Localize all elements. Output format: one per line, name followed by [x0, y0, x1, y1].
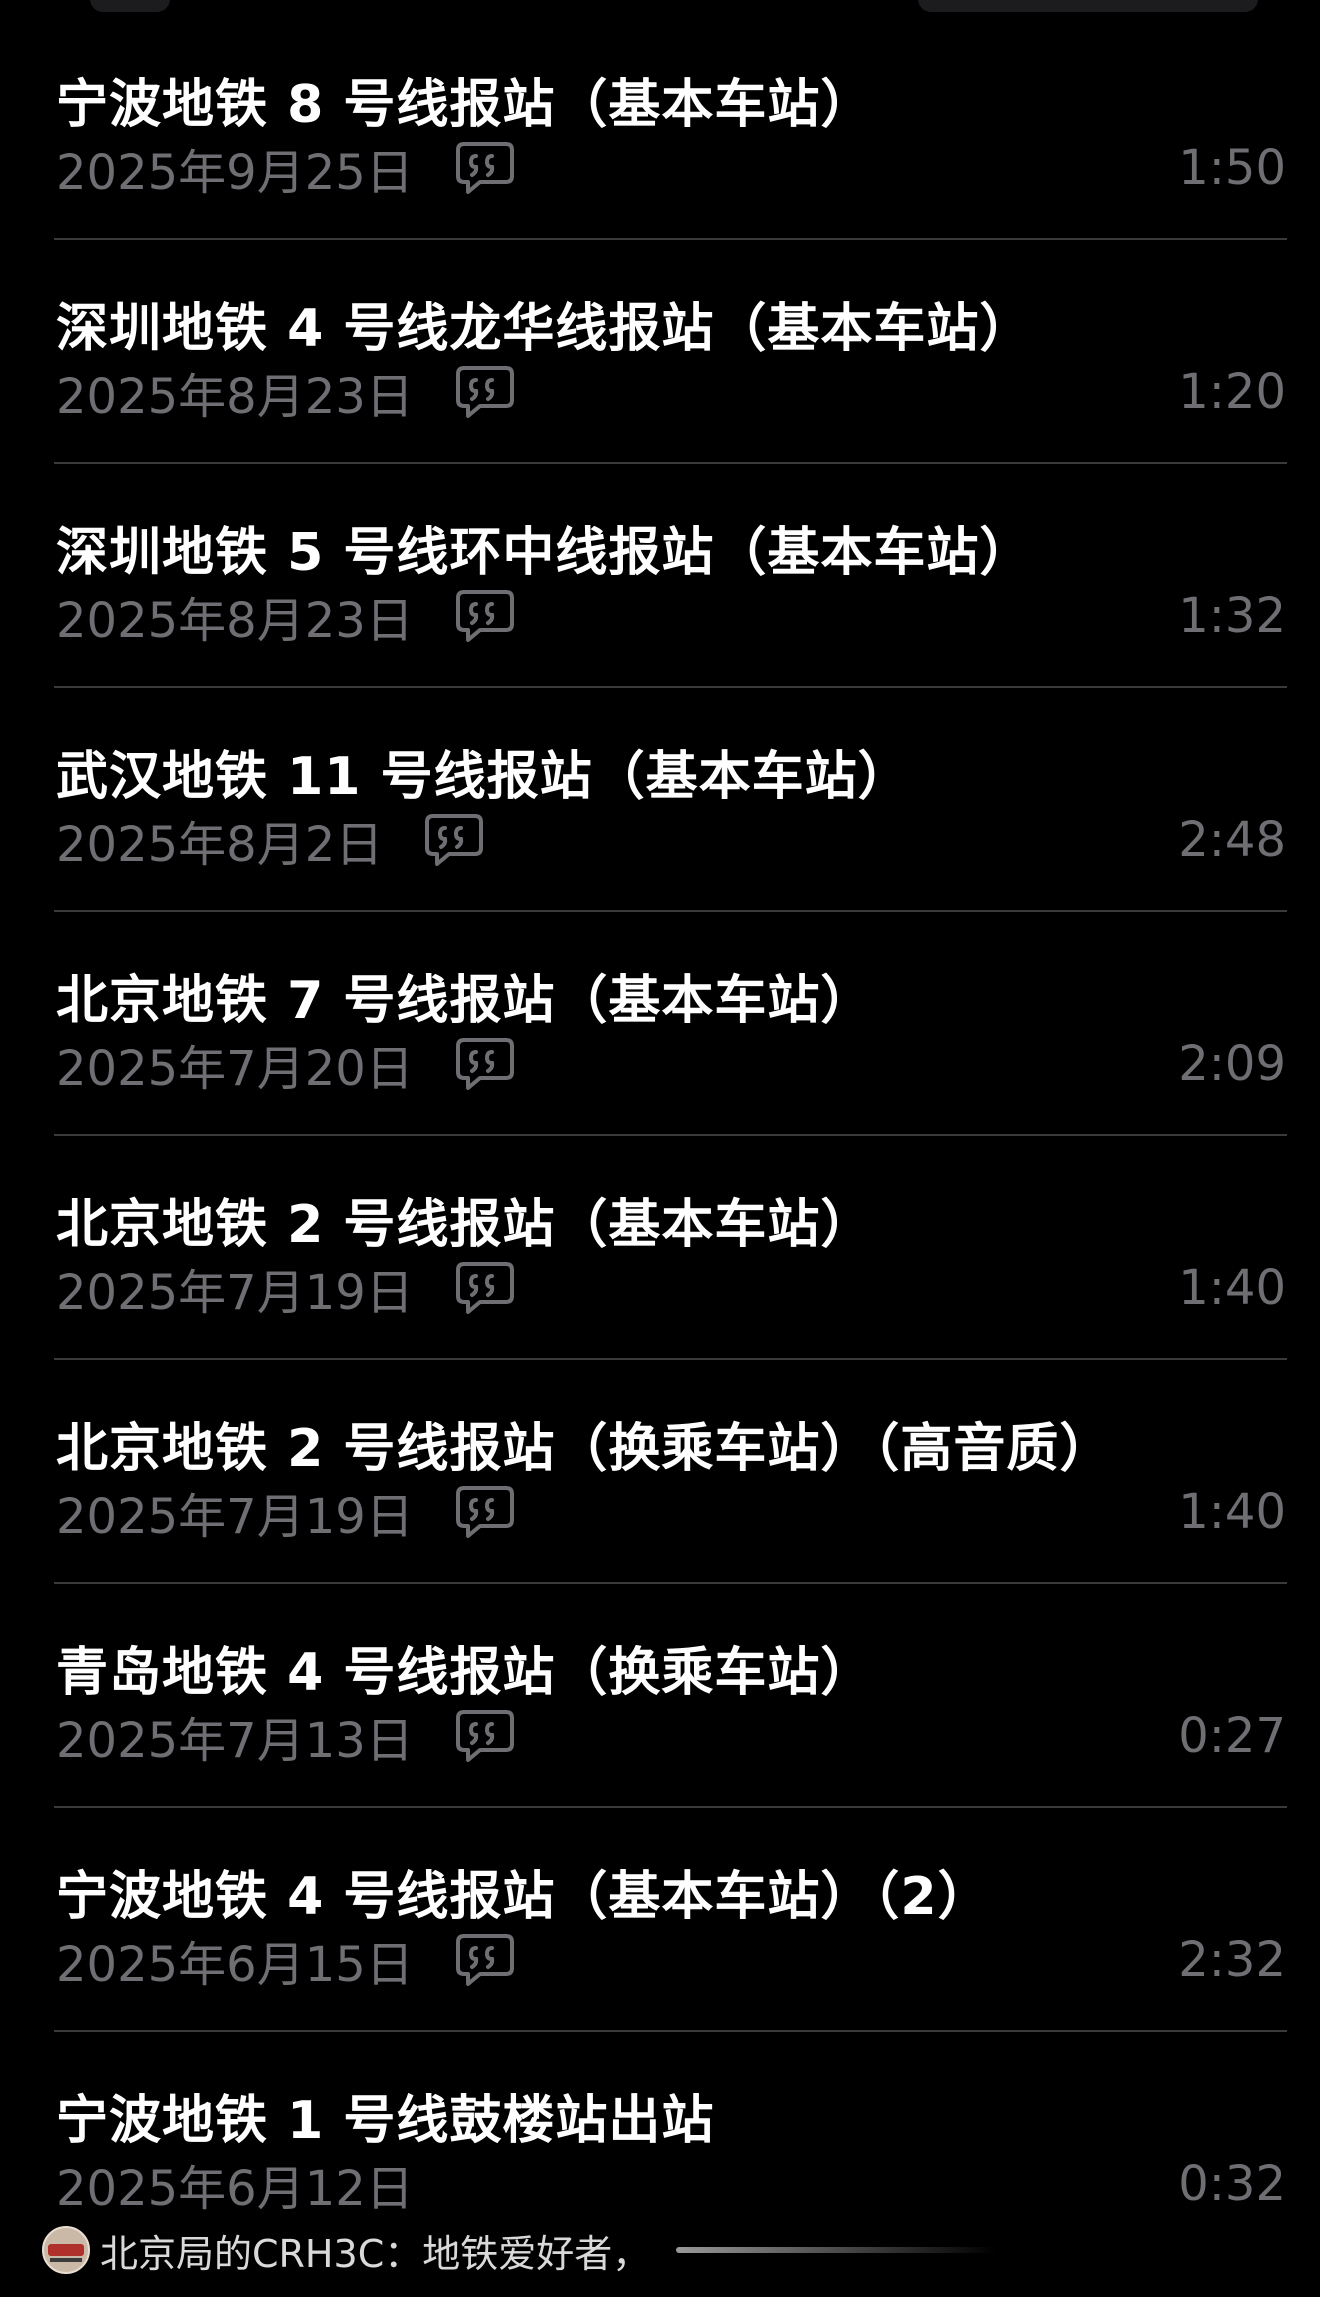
- transcript-icon[interactable]: [454, 1484, 516, 1540]
- recording-date: 2025年7月19日: [56, 1489, 414, 1545]
- recording-meta: 2025年7月19日: [56, 1482, 516, 1545]
- recording-row[interactable]: 武汉地铁 11 号线报站（基本车站） 2025年8月2日 2:48: [0, 688, 1320, 912]
- recording-meta: 2025年8月23日: [56, 362, 516, 425]
- transcript-icon[interactable]: [454, 140, 516, 196]
- recording-row[interactable]: 北京地铁 2 号线报站（基本车站） 2025年7月19日 1:40: [0, 1136, 1320, 1360]
- recording-date: 2025年8月23日: [56, 369, 414, 425]
- recording-date: 2025年6月12日: [56, 2161, 414, 2217]
- recording-title: 北京地铁 7 号线报站（基本车站）: [56, 971, 874, 1031]
- recording-date: 2025年6月15日: [56, 1937, 414, 1993]
- top-toolbar-remnant: [0, 0, 1320, 16]
- toolbar-button-left[interactable]: [90, 0, 170, 12]
- transcript-icon[interactable]: [454, 364, 516, 420]
- recording-meta: 2025年9月25日: [56, 138, 516, 201]
- recording-row[interactable]: 深圳地铁 4 号线龙华线报站（基本车站） 2025年8月23日 1:20: [0, 240, 1320, 464]
- comment-fade: [676, 2247, 997, 2253]
- recording-row[interactable]: 宁波地铁 4 号线报站（基本车站）（2） 2025年6月15日 2:32: [0, 1808, 1320, 2032]
- recording-title: 宁波地铁 1 号线鼓楼站出站: [56, 2091, 715, 2151]
- recording-date: 2025年9月25日: [56, 145, 414, 201]
- recording-duration: 1:40: [1178, 1484, 1286, 1540]
- weibo-comment-overlay: 北京局的CRH3C：地铁爱好者，: [42, 2222, 997, 2278]
- recording-row[interactable]: 宁波地铁 8 号线报站（基本车站） 2025年9月25日 1:50: [0, 16, 1320, 240]
- recording-title: 宁波地铁 8 号线报站（基本车站）: [56, 75, 874, 135]
- recording-duration: 2:09: [1178, 1036, 1286, 1092]
- transcript-icon[interactable]: [454, 1932, 516, 1988]
- transcript-icon[interactable]: [454, 1708, 516, 1764]
- recording-meta: 2025年8月2日: [56, 810, 485, 873]
- recording-meta: 2025年7月13日: [56, 1706, 516, 1769]
- recording-duration: 1:50: [1178, 140, 1286, 196]
- recording-meta: 2025年6月12日: [56, 2154, 414, 2217]
- recording-duration: 1:40: [1178, 1260, 1286, 1316]
- recording-title: 北京地铁 2 号线报站（基本车站）: [56, 1195, 874, 1255]
- recording-date: 2025年8月2日: [56, 817, 384, 873]
- recording-meta: 2025年8月23日: [56, 586, 516, 649]
- recording-duration: 2:32: [1178, 1932, 1286, 1988]
- recording-title: 深圳地铁 4 号线龙华线报站（基本车站）: [56, 299, 1033, 359]
- recordings-list: 宁波地铁 8 号线报站（基本车站） 2025年9月25日 1:50 深圳地铁 4 号线…: [0, 16, 1320, 2256]
- transcript-icon[interactable]: [454, 1036, 516, 1092]
- recording-title: 北京地铁 2 号线报站（换乘车站）（高音质）: [56, 1419, 1113, 1479]
- recording-duration: 0:32: [1178, 2156, 1286, 2212]
- recording-date: 2025年7月19日: [56, 1265, 414, 1321]
- avatar-train-icon: [42, 2226, 90, 2274]
- recording-duration: 0:27: [1178, 1708, 1286, 1764]
- transcript-icon[interactable]: [454, 1260, 516, 1316]
- recording-title: 深圳地铁 5 号线环中线报站（基本车站）: [56, 523, 1033, 583]
- recording-row[interactable]: 青岛地铁 4 号线报站（换乘车站） 2025年7月13日 0:27: [0, 1584, 1320, 1808]
- recording-title: 青岛地铁 4 号线报站（换乘车站）: [56, 1643, 874, 1703]
- recording-meta: 2025年6月15日: [56, 1930, 516, 1993]
- transcript-icon[interactable]: [454, 588, 516, 644]
- recording-date: 2025年8月23日: [56, 593, 414, 649]
- recording-duration: 1:32: [1178, 588, 1286, 644]
- comment-text: 北京局的CRH3C：地铁爱好者，: [100, 2231, 651, 2276]
- recording-row[interactable]: 深圳地铁 5 号线环中线报站（基本车站） 2025年8月23日 1:32: [0, 464, 1320, 688]
- transcript-icon[interactable]: [423, 812, 485, 868]
- recording-meta: 2025年7月19日: [56, 1258, 516, 1321]
- toolbar-search-field[interactable]: [918, 0, 1258, 12]
- recording-duration: 1:20: [1178, 364, 1286, 420]
- recording-date: 2025年7月20日: [56, 1041, 414, 1097]
- recording-date: 2025年7月13日: [56, 1713, 414, 1769]
- recording-row[interactable]: 北京地铁 2 号线报站（换乘车站）（高音质） 2025年7月19日 1:40: [0, 1360, 1320, 1584]
- recording-title: 宁波地铁 4 号线报站（基本车站）（2）: [56, 1867, 991, 1927]
- recording-meta: 2025年7月20日: [56, 1034, 516, 1097]
- recording-duration: 2:48: [1178, 812, 1286, 868]
- recording-row[interactable]: 北京地铁 7 号线报站（基本车站） 2025年7月20日 2:09: [0, 912, 1320, 1136]
- recording-title: 武汉地铁 11 号线报站（基本车站）: [56, 747, 911, 807]
